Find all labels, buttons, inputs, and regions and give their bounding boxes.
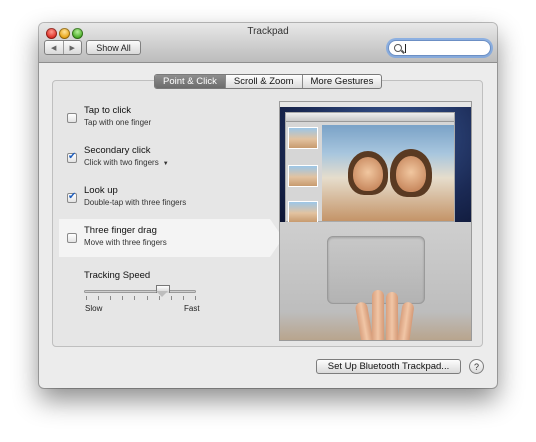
- look-up-checkbox[interactable]: [67, 191, 77, 203]
- preview-app-window: [285, 112, 455, 223]
- option-title: Tap to click: [84, 105, 131, 116]
- option-subtitle: Click with two fingers: [84, 158, 159, 167]
- search-input[interactable]: [404, 43, 484, 53]
- dropdown-arrow-icon[interactable]: ▼: [163, 161, 169, 167]
- slider-tick: [122, 296, 124, 300]
- search-icon: [394, 44, 402, 52]
- option-subtitle: Move with three fingers: [84, 238, 167, 247]
- slider-tick: [110, 296, 112, 300]
- preview-finger: [372, 290, 384, 340]
- slider-min-label: Slow: [85, 304, 103, 313]
- setup-bluetooth-trackpad-button[interactable]: Set Up Bluetooth Trackpad...: [316, 359, 461, 374]
- slider-tick: [98, 296, 100, 300]
- option-subtitle: Tap with one finger: [84, 118, 152, 127]
- tracking-speed-slider[interactable]: [84, 290, 196, 293]
- photo-face: [353, 157, 383, 191]
- tap-to-click-checkbox[interactable]: [67, 113, 77, 123]
- option-look-up[interactable]: Look up Double-tap with three fingers: [59, 179, 270, 217]
- preview-finger: [354, 301, 374, 340]
- secondary-click-checkbox[interactable]: [67, 151, 77, 163]
- option-title: Three finger drag: [84, 225, 157, 236]
- option-tap-to-click[interactable]: Tap to click Tap with one finger: [59, 99, 270, 137]
- option-secondary-click[interactable]: Secondary click Click with two fingers ▼: [59, 139, 270, 177]
- preview-hand: [354, 280, 428, 340]
- preview-screen: [280, 102, 471, 223]
- slider-max-label: Fast: [184, 304, 200, 313]
- preview-thumbnail: [288, 201, 318, 223]
- preview-thumbnail: [288, 127, 318, 149]
- title-bar: Trackpad ◀ ▶ Show All: [39, 23, 497, 63]
- slider-knob[interactable]: [156, 285, 171, 298]
- back-forward-control: ◀ ▶: [44, 40, 82, 55]
- slider-tick: [182, 296, 184, 300]
- slider-tick: [134, 296, 136, 300]
- preview-app-toolbar: [286, 113, 454, 122]
- three-finger-drag-checkbox[interactable]: [67, 233, 77, 243]
- text-caret: [405, 44, 406, 53]
- preview-menubar: [280, 102, 471, 107]
- photo-face: [396, 156, 426, 192]
- tab-scroll-zoom[interactable]: Scroll & Zoom: [224, 75, 302, 88]
- gesture-preview-video: [279, 101, 472, 341]
- slider-ticks: [86, 296, 196, 300]
- help-button[interactable]: ?: [469, 359, 484, 374]
- slider-tick: [146, 296, 148, 300]
- forward-icon[interactable]: ▶: [62, 41, 82, 54]
- tracking-speed-label: Tracking Speed: [84, 270, 151, 281]
- preview-photo: [322, 125, 454, 221]
- window-title: Trackpad: [247, 26, 289, 37]
- tab-more-gestures[interactable]: More Gestures: [301, 75, 382, 88]
- option-subtitle-dropdown[interactable]: Click with two fingers ▼: [84, 158, 169, 167]
- show-all-button[interactable]: Show All: [86, 40, 141, 55]
- preview-finger: [386, 292, 398, 340]
- option-title: Look up: [84, 185, 118, 196]
- option-subtitle: Double-tap with three fingers: [84, 198, 187, 207]
- preview-finger: [397, 301, 415, 340]
- option-three-finger-drag[interactable]: Three finger drag Move with three finger…: [59, 219, 283, 257]
- search-field[interactable]: [388, 40, 491, 56]
- preview-thumbnail: [288, 165, 318, 187]
- preferences-window: Trackpad ◀ ▶ Show All Point & Click Scro…: [39, 23, 497, 388]
- slider-tick: [194, 296, 196, 300]
- tab-bar: Point & Click Scroll & Zoom More Gesture…: [154, 74, 383, 89]
- slider-tick: [170, 296, 172, 300]
- tab-point-click[interactable]: Point & Click: [155, 75, 225, 88]
- option-title: Secondary click: [84, 145, 151, 156]
- slider-tick: [86, 296, 87, 300]
- back-icon[interactable]: ◀: [45, 41, 63, 54]
